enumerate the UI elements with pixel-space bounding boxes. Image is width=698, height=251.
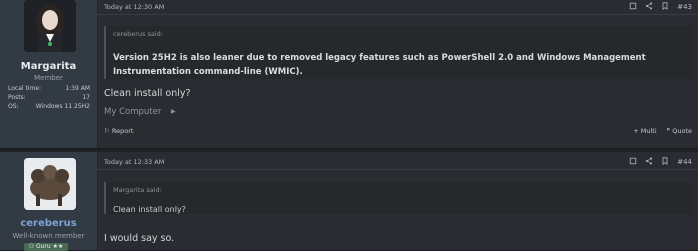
post-header: Today at 12:30 AM #43: [97, 0, 698, 15]
bookmark-icon[interactable]: [661, 2, 669, 12]
post-number[interactable]: #43: [677, 3, 692, 11]
post-header: Today at 12:33 AM #44: [97, 155, 698, 170]
report-button[interactable]: ⚐ Report: [104, 127, 133, 135]
star-icon: ★★: [52, 243, 64, 250]
avatar[interactable]: [24, 158, 76, 210]
share-icon[interactable]: [645, 157, 653, 167]
info-value: Windows 11 25H2: [35, 103, 90, 110]
user-title: Member: [34, 74, 63, 82]
post-date[interactable]: Today at 12:33 AM: [104, 158, 164, 166]
post-main: Today at 12:30 AM #43 cereberus said: Ve…: [97, 0, 698, 148]
multi-quote-button[interactable]: + Multi: [633, 127, 656, 135]
post-main: Today at 12:33 AM #44 Margarita said: Cl…: [97, 152, 698, 250]
bookmark-icon[interactable]: [661, 157, 669, 167]
post-number[interactable]: #44: [677, 158, 692, 166]
info-label: Local time:: [8, 85, 42, 92]
avatar[interactable]: [24, 0, 76, 52]
quote-attribution[interactable]: cereberus said:: [113, 30, 163, 38]
post-date[interactable]: Today at 12:30 AM: [104, 3, 164, 11]
my-computer-toggle[interactable]: My Computer: [104, 107, 161, 117]
username[interactable]: Margarita: [0, 61, 97, 72]
quote-button[interactable]: ❞ Quote: [667, 127, 692, 135]
quote-text: Clean install only?: [113, 205, 186, 214]
user-info: Local time: 1:39 AM Posts: 17 OS: Windows 1…: [8, 84, 90, 111]
info-label: Posts:: [8, 94, 26, 101]
bookmark-square-icon[interactable]: [629, 157, 637, 167]
info-value: 1:39 AM: [65, 85, 90, 92]
quote-label: Quote: [672, 127, 692, 135]
badge-label: Guru: [35, 243, 51, 250]
post-footer: ⚐ Report + Multi ❞ Quote: [104, 127, 692, 139]
chevron-right-icon[interactable]: ▶: [171, 108, 176, 115]
post-body: I would say so.: [104, 233, 175, 244]
info-value: 17: [82, 94, 90, 101]
post-body: Clean install only?: [104, 88, 191, 99]
info-label: OS:: [8, 103, 19, 110]
bookmark-square-icon[interactable]: [629, 2, 637, 12]
quote-block: Margarita said: Clean install only?: [104, 182, 692, 214]
post-44: cereberus Well-known member ⚇ Guru ★★ To…: [0, 152, 698, 251]
report-label: Report: [111, 127, 134, 135]
user-title: Well-known member: [12, 232, 85, 240]
quote-text: Version 25H2 is also leaner due to remov…: [113, 53, 646, 77]
user-sidebar: cereberus Well-known member ⚇ Guru ★★: [0, 152, 98, 251]
post-43: Margarita Member Local time: 1:39 AM Post…: [0, 0, 698, 149]
user-sidebar: Margarita Member Local time: 1:39 AM Post…: [0, 0, 98, 148]
username[interactable]: cereberus: [0, 218, 97, 229]
share-icon[interactable]: [645, 2, 653, 12]
quote-block: cereberus said: Version 25H2 is also lea…: [104, 26, 692, 79]
user-icon: ⚇: [28, 243, 35, 250]
quote-attribution[interactable]: Margarita said:: [113, 186, 162, 194]
